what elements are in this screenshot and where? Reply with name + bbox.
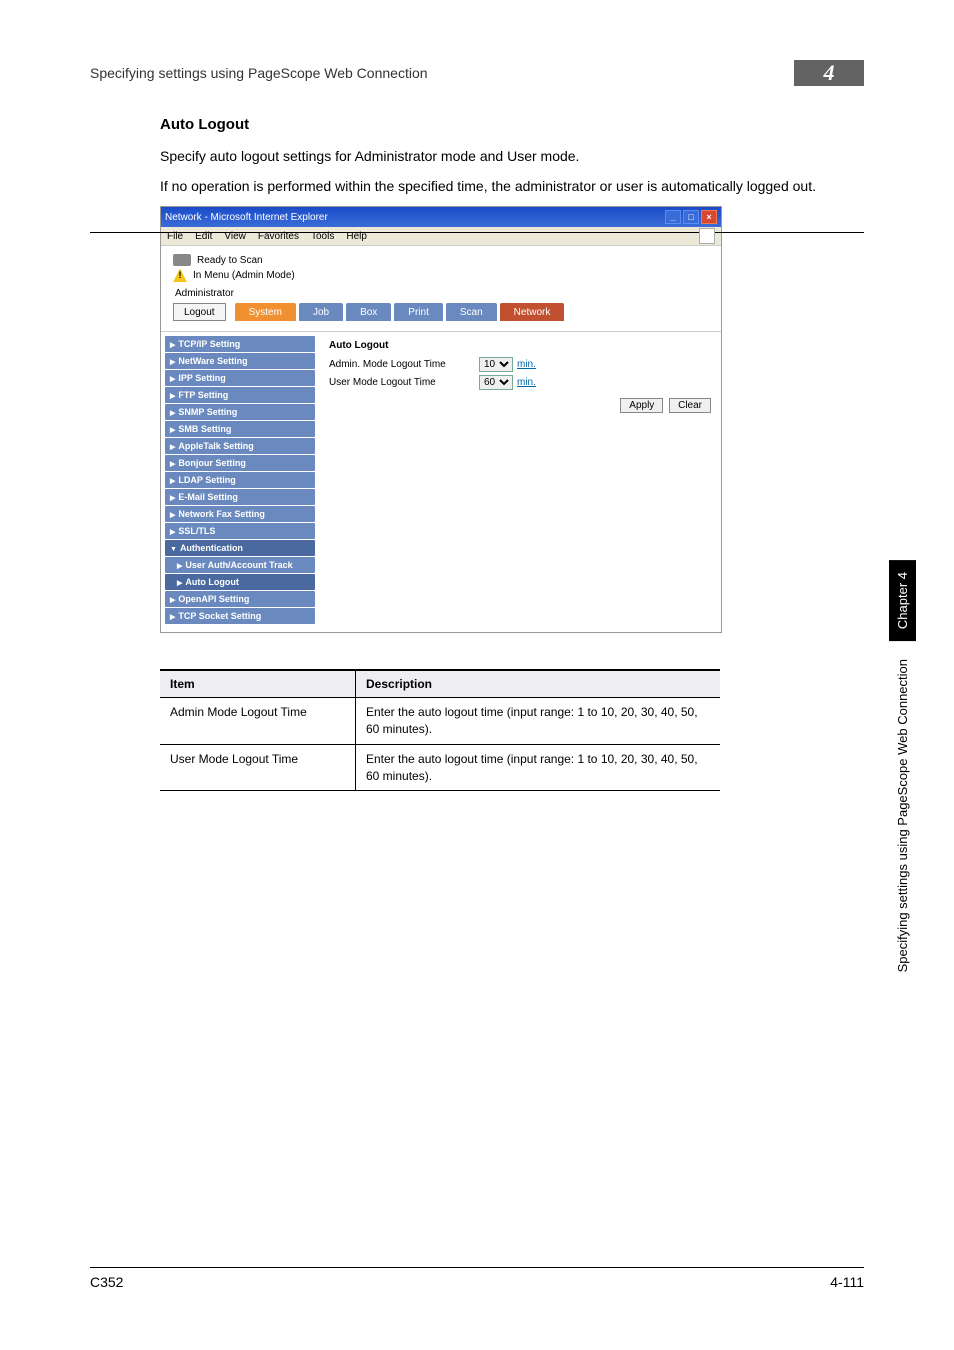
sidebar-item-ssltls[interactable]: SSL/TLS xyxy=(165,523,315,539)
user-logout-label: User Mode Logout Time xyxy=(329,377,479,388)
side-section-tab: Specifying settings using PageScope Web … xyxy=(893,647,912,984)
logout-button[interactable]: Logout xyxy=(173,303,226,321)
sidebar-item-autologout[interactable]: Auto Logout xyxy=(165,574,315,590)
admin-logout-unit: min. xyxy=(517,359,536,370)
sidebar-item-tcpip[interactable]: TCP/IP Setting xyxy=(165,336,315,352)
browser-screenshot: Network - Microsoft Internet Explorer _ … xyxy=(160,206,722,633)
header-rule xyxy=(90,232,864,233)
sidebar-item-bonjour[interactable]: Bonjour Setting xyxy=(165,455,315,471)
apply-button[interactable]: Apply xyxy=(620,398,663,413)
sidebar-item-tcpsocket[interactable]: TCP Socket Setting xyxy=(165,608,315,624)
tab-network[interactable]: Network xyxy=(500,303,565,321)
sidebar-item-openapi[interactable]: OpenAPI Setting xyxy=(165,591,315,607)
intro-paragraph-2: If no operation is performed within the … xyxy=(160,177,864,197)
ie-logo-icon xyxy=(699,228,715,244)
section-heading: Auto Logout xyxy=(160,116,864,133)
sidebar-item-ldap[interactable]: LDAP Setting xyxy=(165,472,315,488)
user-logout-unit: min. xyxy=(517,377,536,388)
cell-item: User Mode Logout Time xyxy=(160,744,356,791)
clear-button[interactable]: Clear xyxy=(669,398,711,413)
chapter-badge: 4 xyxy=(794,60,864,86)
sidebar-item-ftp[interactable]: FTP Setting xyxy=(165,387,315,403)
admin-logout-label: Admin. Mode Logout Time xyxy=(329,359,479,370)
admin-logout-select[interactable]: 10 xyxy=(479,357,513,372)
table-row: Admin Mode Logout Time Enter the auto lo… xyxy=(160,698,720,745)
col-desc-header: Description xyxy=(356,670,721,698)
user-logout-select[interactable]: 60 xyxy=(479,375,513,390)
warning-icon: ! xyxy=(173,268,187,282)
sidebar-item-ipp[interactable]: IPP Setting xyxy=(165,370,315,386)
sidebar-item-smb[interactable]: SMB Setting xyxy=(165,421,315,437)
tab-scan[interactable]: Scan xyxy=(446,303,497,321)
cell-desc: Enter the auto logout time (input range:… xyxy=(356,744,721,791)
cell-desc: Enter the auto logout time (input range:… xyxy=(356,698,721,745)
sidebar-item-appletalk[interactable]: AppleTalk Setting xyxy=(165,438,315,454)
sidebar-item-authentication[interactable]: Authentication xyxy=(165,540,315,556)
running-head: Specifying settings using PageScope Web … xyxy=(90,65,794,81)
minimize-icon[interactable]: _ xyxy=(665,210,681,224)
intro-paragraph-1: Specify auto logout settings for Adminis… xyxy=(160,147,864,167)
sidebar-item-userauth[interactable]: User Auth/Account Track xyxy=(165,557,315,573)
description-table: Item Description Admin Mode Logout Time … xyxy=(160,669,720,791)
tab-job[interactable]: Job xyxy=(299,303,343,321)
col-item-header: Item xyxy=(160,670,356,698)
tab-box[interactable]: Box xyxy=(346,303,391,321)
footer-model: C352 xyxy=(90,1274,123,1290)
tab-system[interactable]: System xyxy=(235,303,296,321)
maximize-icon[interactable]: □ xyxy=(683,210,699,224)
panel-heading: Auto Logout xyxy=(329,340,711,351)
close-icon[interactable]: × xyxy=(701,210,717,224)
sidebar-item-snmp[interactable]: SNMP Setting xyxy=(165,404,315,420)
sidebar-item-netware[interactable]: NetWare Setting xyxy=(165,353,315,369)
cell-item: Admin Mode Logout Time xyxy=(160,698,356,745)
side-chapter-tab: Chapter 4 xyxy=(889,560,916,641)
admin-label: Administrator xyxy=(175,288,709,299)
sidebar-item-email[interactable]: E-Mail Setting xyxy=(165,489,315,505)
tab-print[interactable]: Print xyxy=(394,303,443,321)
window-title: Network - Microsoft Internet Explorer xyxy=(165,212,328,223)
table-row: User Mode Logout Time Enter the auto log… xyxy=(160,744,720,791)
printer-status: Ready to Scan xyxy=(197,255,263,266)
printer-icon xyxy=(173,254,191,266)
footer-page: 4-111 xyxy=(830,1274,864,1290)
mode-status: In Menu (Admin Mode) xyxy=(193,270,295,281)
sidebar-item-networkfax[interactable]: Network Fax Setting xyxy=(165,506,315,522)
